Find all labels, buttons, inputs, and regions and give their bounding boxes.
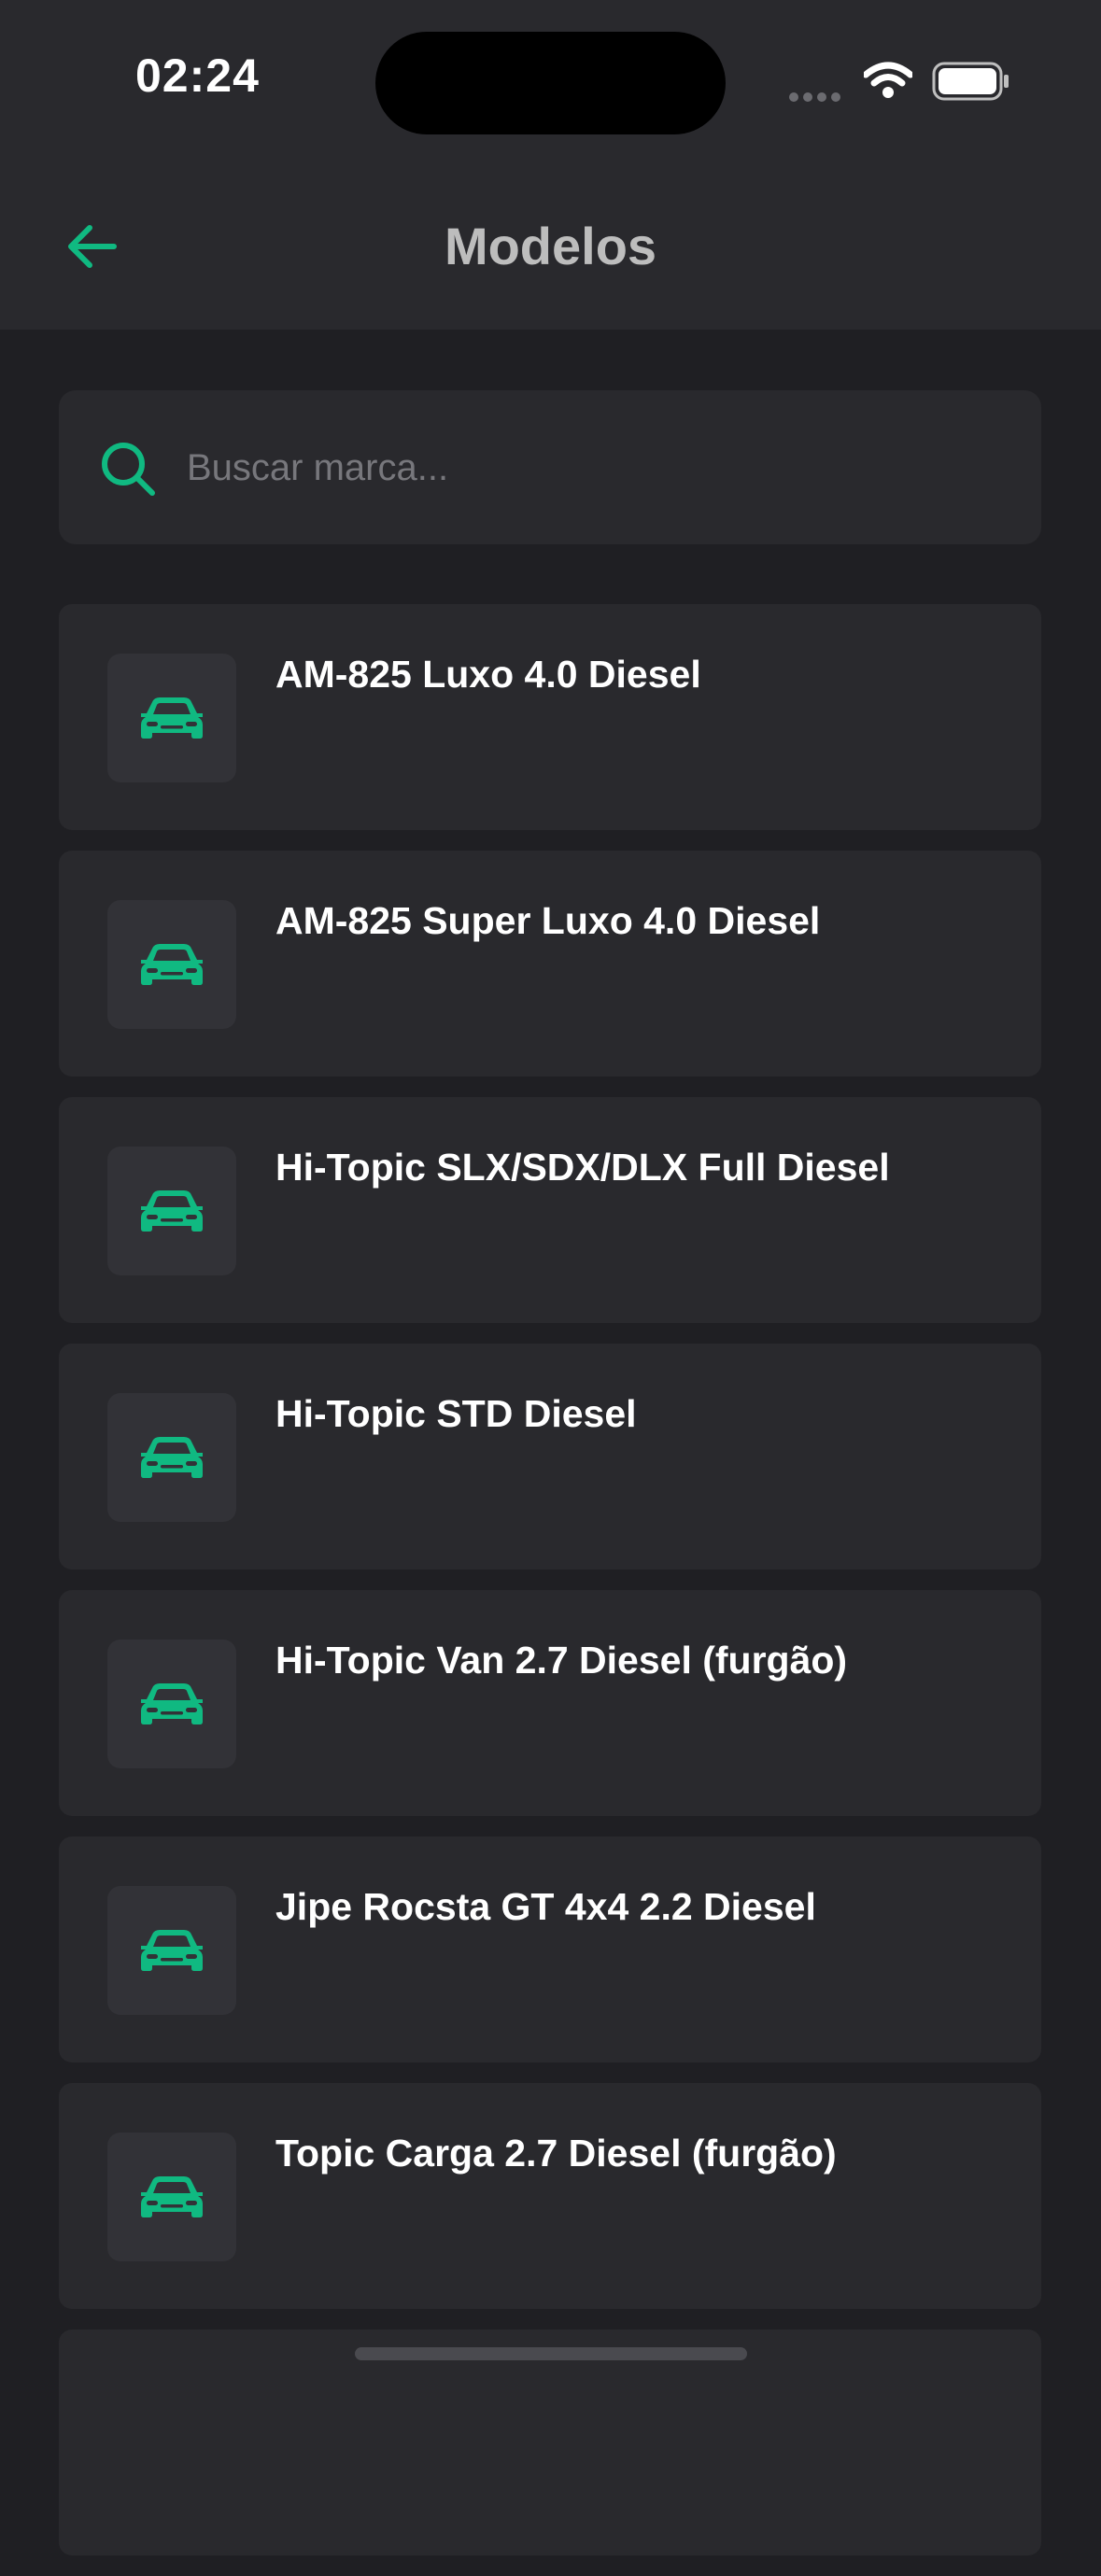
page-title: Modelos: [444, 217, 657, 275]
car-icon-container: [107, 2133, 236, 2261]
model-name: Topic Carga 2.7 Diesel (furgão): [275, 2132, 837, 2175]
car-icon-container: [107, 900, 236, 1029]
dynamic-island: [375, 32, 726, 134]
search-bar[interactable]: [59, 390, 1041, 544]
car-icon-container: [107, 1393, 236, 1522]
model-name: Jipe Rocsta GT 4x4 2.2 Diesel: [275, 1885, 816, 1928]
list-item[interactable]: Jipe Rocsta GT 4x4 2.2 Diesel: [59, 1837, 1041, 2062]
car-icon-container: [107, 654, 236, 782]
car-icon: [141, 1437, 203, 1478]
model-name: AM-825 Super Luxo 4.0 Diesel: [275, 899, 821, 942]
header-bar: 02:24 Modelos: [0, 0, 1101, 330]
car-icon: [141, 2176, 203, 2217]
model-name: Hi-Topic Van 2.7 Diesel (furgão): [275, 1639, 848, 1682]
wifi-icon: [862, 62, 914, 104]
list-item[interactable]: Hi-Topic STD Diesel: [59, 1344, 1041, 1570]
model-name: AM-825 Luxo 4.0 Diesel: [275, 653, 701, 696]
cellular-signal-icon: [789, 90, 845, 106]
car-icon: [141, 697, 203, 739]
list-item[interactable]: Hi-Topic SLX/SDX/DLX Full Diesel: [59, 1097, 1041, 1323]
list-item[interactable]: AM-825 Super Luxo 4.0 Diesel: [59, 851, 1041, 1077]
search-icon: [100, 441, 158, 503]
list-item[interactable]: AM-825 Luxo 4.0 Diesel: [59, 604, 1041, 830]
list-item[interactable]: Hi-Topic Van 2.7 Diesel (furgão): [59, 1590, 1041, 1816]
car-icon-container: [107, 1147, 236, 1275]
search-input[interactable]: [185, 428, 1010, 509]
model-list: AM-825 Luxo 4.0 Diesel AM-825 Super Luxo…: [59, 604, 1041, 2576]
car-icon: [141, 1930, 203, 1971]
home-indicator[interactable]: [355, 2347, 747, 2360]
status-time: 02:24: [135, 49, 260, 102]
model-name: Hi-Topic SLX/SDX/DLX Full Diesel: [275, 1146, 890, 1189]
model-name: Hi-Topic STD Diesel: [275, 1392, 637, 1435]
car-icon-container: [107, 1640, 236, 1768]
battery-icon: [932, 62, 1010, 106]
car-icon-container: [107, 1886, 236, 2015]
car-icon: [141, 1683, 203, 1724]
list-item-partial[interactable]: [59, 2330, 1041, 2555]
car-icon: [141, 1190, 203, 1232]
list-item[interactable]: Topic Carga 2.7 Diesel (furgão): [59, 2083, 1041, 2309]
car-icon: [141, 944, 203, 985]
